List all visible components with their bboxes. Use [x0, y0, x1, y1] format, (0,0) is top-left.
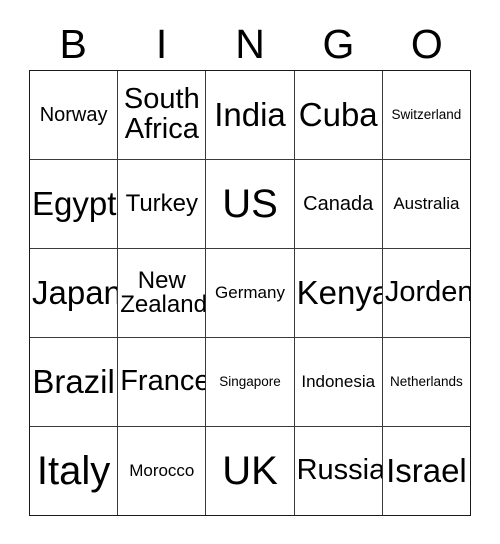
bingo-header-letter-b: B [59, 20, 87, 67]
bingo-cell[interactable]: Singapore [206, 338, 295, 426]
bingo-cell-label: UK [222, 448, 278, 493]
bingo-cell[interactable]: Australia [383, 160, 470, 248]
bingo-cell[interactable]: Switzerland [383, 71, 470, 159]
bingo-cell[interactable]: Indonesia [295, 338, 383, 426]
bingo-cell[interactable]: Japan [30, 249, 119, 337]
bingo-row: Brazil France Singapore Indonesia Nether… [30, 338, 470, 427]
bingo-cell[interactable]: Cuba [295, 71, 383, 159]
bingo-cell[interactable]: Jorden [383, 249, 470, 337]
bingo-cell-label: Canada [303, 192, 374, 215]
bingo-cell[interactable]: France [118, 338, 207, 426]
bingo-cell[interactable]: US [206, 160, 295, 248]
bingo-row: Norway South Africa India Cuba Switzerla… [30, 71, 470, 160]
bingo-cell-label: US [222, 181, 278, 226]
bingo-cell-label: Switzerland [391, 107, 462, 123]
bingo-cell-label: Russia [296, 454, 383, 487]
bingo-cell[interactable]: Kenya [295, 249, 383, 337]
bingo-cell-label: Netherlands [390, 374, 463, 390]
bingo-cell[interactable]: New Zealand [118, 249, 207, 337]
bingo-cell-label: Australia [393, 194, 460, 214]
bingo-cell-label: Indonesia [301, 372, 376, 392]
bingo-cell-label: Egypt [32, 185, 117, 223]
bingo-cell-label: Cuba [298, 96, 378, 134]
bingo-cell[interactable]: Norway [30, 71, 119, 159]
bingo-cell[interactable]: Brazil [30, 338, 119, 426]
bingo-cell-label: Italy [36, 448, 111, 493]
bingo-header-letter-n: N [235, 20, 265, 67]
bingo-cell-label: South Africa [123, 83, 200, 145]
bingo-cell-label: Turkey [125, 189, 199, 217]
bingo-cell[interactable]: Israel [383, 427, 470, 515]
bingo-cell[interactable]: UK [206, 427, 295, 515]
bingo-cell[interactable]: Italy [30, 427, 119, 515]
bingo-cell-label: Israel [386, 452, 467, 490]
bingo-cell[interactable]: Russia [295, 427, 383, 515]
bingo-cell-label: Norway [39, 103, 108, 126]
bingo-cell-label: Jorden [384, 276, 471, 309]
bingo-header-letter-i: I [155, 20, 168, 67]
bingo-grid: Norway South Africa India Cuba Switzerla… [29, 70, 471, 516]
bingo-cell-label: Morocco [129, 461, 195, 481]
bingo-cell[interactable]: Germany [206, 249, 295, 337]
bingo-cell-label: Brazil [32, 363, 115, 401]
bingo-cell-label: India [214, 96, 286, 134]
bingo-cell[interactable]: South Africa [118, 71, 207, 159]
bingo-card: B I N G O Norway South Africa India Cuba… [0, 0, 500, 544]
bingo-cell-label: Kenya [296, 274, 383, 312]
bingo-row: Egypt Turkey US Canada Australia [30, 160, 470, 249]
bingo-cell-label: Japan [32, 274, 119, 312]
bingo-header-letter-g: G [322, 20, 355, 67]
bingo-header-letter-o: O [410, 20, 443, 67]
bingo-cell-label: Germany [215, 283, 285, 303]
bingo-row: Japan New Zealand Germany Kenya Jorden [30, 249, 470, 338]
bingo-cell-label: France [120, 365, 207, 398]
bingo-cell[interactable]: Canada [295, 160, 383, 248]
bingo-cell[interactable]: India [206, 71, 295, 159]
bingo-header: B I N G O [29, 18, 471, 70]
bingo-cell[interactable]: Netherlands [383, 338, 470, 426]
bingo-cell[interactable]: Egypt [30, 160, 119, 248]
bingo-cell[interactable]: Morocco [118, 427, 207, 515]
bingo-row: Italy Morocco UK Russia Israel [30, 427, 470, 515]
bingo-cell-label: Singapore [219, 374, 281, 390]
bingo-cell[interactable]: Turkey [118, 160, 207, 248]
bingo-cell-label: New Zealand [120, 266, 207, 318]
